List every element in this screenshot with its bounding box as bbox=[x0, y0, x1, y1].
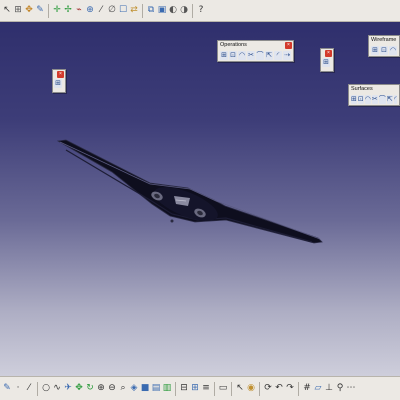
properties-icon[interactable]: ⋯ bbox=[346, 382, 356, 396]
plane-icon[interactable]: ▱ bbox=[313, 382, 323, 396]
apply-material-icon[interactable]: ◉ bbox=[246, 382, 256, 396]
toolbar-separator bbox=[259, 381, 260, 396]
line-icon[interactable]: ⊡ bbox=[380, 46, 388, 55]
fill-icon[interactable]: ⇱ bbox=[386, 95, 393, 104]
healing-icon[interactable]: ⊡ bbox=[229, 51, 237, 60]
rotate-icon[interactable]: ↻ bbox=[85, 382, 95, 396]
surfaces-title: Surfaces bbox=[351, 86, 373, 92]
point-icon[interactable]: ⊞ bbox=[371, 46, 379, 55]
operations-palette: Operations × ⊞ ⊡ ◠ ✂ ⌒ ⇱ ◜ ⇢ bbox=[217, 40, 294, 62]
translate-icon[interactable]: ⇢ bbox=[283, 51, 291, 60]
zoom-out-icon[interactable]: ⊖ bbox=[107, 382, 117, 396]
pan-icon[interactable]: ✥ bbox=[74, 382, 84, 396]
sketch-icon[interactable]: ✎ bbox=[2, 382, 12, 396]
sphere-icon[interactable]: ◠ bbox=[364, 95, 371, 104]
point-icon[interactable]: · bbox=[13, 382, 23, 396]
plane-icon[interactable]: ◠ bbox=[389, 46, 397, 55]
toolbar-separator bbox=[231, 381, 232, 396]
toolbar-separator bbox=[175, 381, 176, 396]
undo-icon[interactable]: ↶ bbox=[274, 382, 284, 396]
exit-palette: × ⊞ bbox=[320, 48, 334, 72]
analysis-icon[interactable]: ⊞ bbox=[190, 382, 200, 396]
constraint-icon[interactable]: ⚲ bbox=[335, 382, 345, 396]
line-icon[interactable]: ⁄ bbox=[24, 382, 34, 396]
3d-viewport[interactable] bbox=[0, 0, 400, 400]
axis-icon[interactable]: ⊥ bbox=[324, 382, 334, 396]
surfaces-palette: Surfaces ⊞ ⊡ ◠ ✂ ⌒ ⇱ ◜ bbox=[348, 84, 400, 106]
bottom-toolbar: ✎ · ⁄ ○ ∿ ✈ ✥ ↻ ⊕ ⊖ ⌕ ◈ ■ ▤ ▥ ⊟ ⊞ ≡ ▭ ↖ ◉ ⟳ ↶ ↷ # ▱ ⊥ ⚲ ⋯ bbox=[0, 376, 400, 400]
extract-icon[interactable]: ⇱ bbox=[265, 51, 273, 60]
sketcher-icon[interactable]: ⊞ bbox=[54, 79, 62, 88]
sweep-icon[interactable]: ⌒ bbox=[378, 95, 386, 104]
exit-workbench-icon[interactable]: ⊞ bbox=[322, 58, 330, 67]
offset-icon[interactable]: ✂ bbox=[371, 95, 378, 104]
trim-icon[interactable]: ✂ bbox=[247, 51, 255, 60]
wireframe-palette: Wireframe ⊞ ⊡ ◠ bbox=[368, 35, 400, 57]
close-icon[interactable]: × bbox=[57, 71, 64, 78]
circle-icon[interactable]: ○ bbox=[41, 382, 51, 396]
toolbar-separator bbox=[298, 381, 299, 396]
grid-icon[interactable]: # bbox=[302, 382, 312, 396]
toolbar-separator bbox=[37, 381, 38, 396]
zoom-in-icon[interactable]: ⊕ bbox=[96, 382, 106, 396]
split-icon[interactable]: ◠ bbox=[238, 51, 246, 60]
flying-wing-model[interactable] bbox=[56, 139, 323, 244]
close-icon[interactable]: × bbox=[325, 50, 332, 57]
redo-icon[interactable]: ↷ bbox=[285, 382, 295, 396]
sketcher-palette: × ⊞ bbox=[52, 69, 66, 93]
swap-visible-icon[interactable]: ▥ bbox=[162, 382, 172, 396]
fly-mode-icon[interactable]: ✈ bbox=[63, 382, 73, 396]
tree-icon[interactable]: ≡ bbox=[201, 382, 211, 396]
join-icon[interactable]: ⊞ bbox=[220, 51, 228, 60]
iso-view-icon[interactable]: ◈ bbox=[129, 382, 139, 396]
extrude-icon[interactable]: ⊞ bbox=[351, 95, 357, 104]
multi-section-icon[interactable]: ◜ bbox=[393, 95, 397, 104]
revolve-icon[interactable]: ⊡ bbox=[357, 95, 364, 104]
toolbar-separator bbox=[214, 381, 215, 396]
normal-view-icon[interactable]: ⌕ bbox=[118, 382, 128, 396]
shading-icon[interactable]: ■ bbox=[140, 382, 150, 396]
fillet-icon[interactable]: ◜ bbox=[274, 51, 282, 60]
boundary-icon[interactable]: ⌒ bbox=[256, 51, 264, 60]
spline-icon[interactable]: ∿ bbox=[52, 382, 62, 396]
camera-icon[interactable]: ▭ bbox=[218, 382, 228, 396]
wireframe-title: Wireframe bbox=[371, 37, 397, 43]
measure-icon[interactable]: ⊟ bbox=[179, 382, 189, 396]
operations-title: Operations bbox=[220, 42, 247, 48]
update-icon[interactable]: ⟳ bbox=[263, 382, 273, 396]
hide-show-icon[interactable]: ▤ bbox=[151, 382, 161, 396]
select-icon[interactable]: ↖ bbox=[235, 382, 245, 396]
close-icon[interactable]: × bbox=[285, 42, 292, 49]
